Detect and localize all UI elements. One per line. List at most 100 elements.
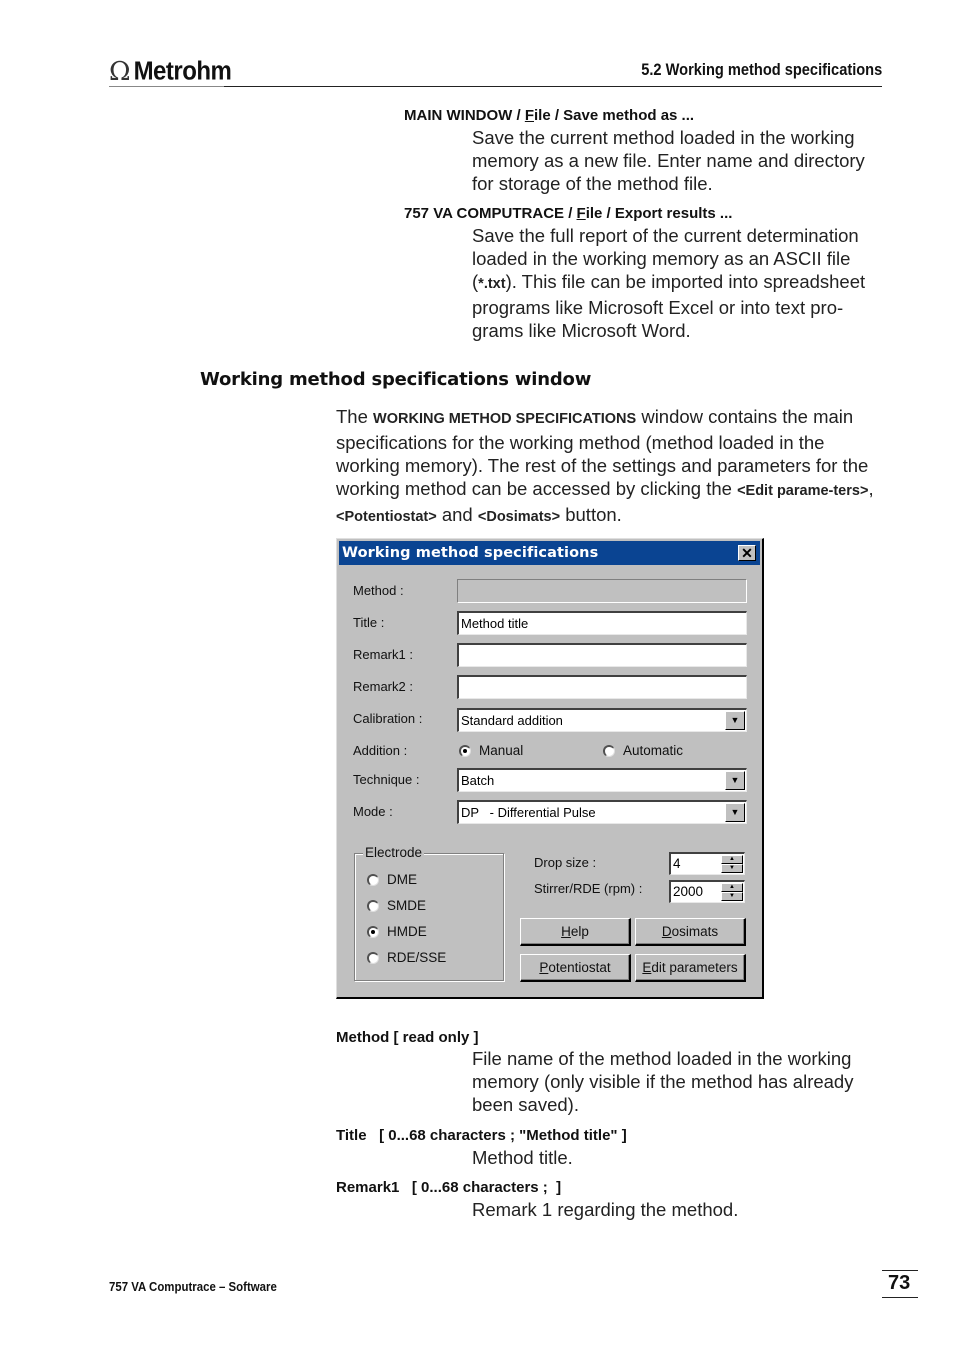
path-prefix: MAIN WINDOW /: [404, 107, 525, 124]
stirrer-spinner[interactable]: 2000 ▲ ▼: [669, 880, 745, 903]
omega-logo-icon: Ω: [109, 57, 131, 87]
intro-button-ref: <Edit parame-ters>: [737, 483, 869, 499]
accel-key: E: [642, 960, 652, 975]
intro-window-name: WORKING METHOD SPECIFICATIONS: [373, 411, 637, 427]
spinner-buttons: ▲ ▼: [721, 883, 743, 901]
intro-button-ref: <Dosimats>: [477, 509, 561, 525]
addition-manual-radio[interactable]: Manual: [459, 743, 523, 758]
section-heading: Working method specifications window: [200, 369, 592, 390]
chevron-down-icon[interactable]: ▼: [725, 771, 745, 790]
accel-key: H: [561, 924, 571, 939]
edit-parameters-button[interactable]: Edit parameters: [635, 954, 746, 982]
header-rule-accent: [109, 86, 224, 87]
radio-label: Manual: [479, 743, 524, 758]
radio-label: RDE/SSE: [387, 950, 447, 965]
technique-value: Batch: [461, 773, 495, 788]
electrode-hmde-radio[interactable]: HMDE: [367, 924, 427, 939]
path-prefix: 757 VA COMPUTRACE /: [404, 205, 577, 222]
export-results-description: Save the full report of the current dete…: [472, 224, 884, 342]
path-rest: ile / Save method as ...: [534, 107, 695, 124]
logo-text: Metrohm: [133, 56, 232, 87]
path-rest: ile / Export results ...: [585, 205, 733, 222]
remark2-label: Remark2 :: [353, 679, 413, 694]
button-label: osimats: [671, 924, 719, 939]
radio-selected-icon: [459, 744, 471, 757]
radio-label: HMDE: [387, 924, 427, 939]
electrode-dme-radio[interactable]: DME: [367, 872, 417, 887]
intro-text: The: [336, 406, 374, 427]
accel-key: D: [661, 924, 672, 939]
spin-up-icon[interactable]: ▲: [721, 883, 743, 892]
electrode-rde-sse-radio[interactable]: RDE/SSE: [367, 950, 446, 965]
intro-button-ref: <Potentiostat>: [336, 509, 437, 525]
path-accel: F: [524, 107, 534, 124]
method-label: Method :: [353, 583, 404, 598]
intro-paragraph: The WORKING METHOD SPECIFICATIONS window…: [336, 405, 884, 529]
intro-text: and: [436, 504, 478, 525]
spin-up-icon[interactable]: ▲: [721, 855, 743, 864]
potentiostat-button[interactable]: Potentiostat: [520, 954, 631, 982]
remark2-input[interactable]: [457, 675, 747, 699]
menu-path-export-results: 757 VA COMPUTRACE / File / Export result…: [404, 205, 732, 222]
radio-unselected-icon: [367, 899, 379, 912]
page-number: 73: [888, 1272, 911, 1294]
radio-selected-icon: [367, 925, 379, 938]
accel-key: P: [539, 960, 549, 975]
radio-unselected-icon: [367, 951, 379, 964]
title-input[interactable]: Method title: [457, 611, 747, 635]
mode-label: Mode :: [353, 804, 393, 819]
button-label: otentiostat: [548, 960, 611, 975]
spin-down-icon[interactable]: ▼: [721, 892, 743, 901]
radio-unselected-icon: [367, 873, 379, 886]
radio-unselected-icon: [603, 744, 615, 757]
chevron-down-icon[interactable]: ▼: [725, 711, 745, 730]
working-method-dialog: Working method specifications ✕ Method :…: [336, 538, 764, 999]
chevron-down-icon[interactable]: ▼: [725, 803, 745, 822]
intro-text: button.: [560, 504, 622, 525]
intro-text: ,: [868, 478, 874, 499]
electrode-group-title: Electrode: [363, 845, 425, 860]
path-accel: F: [576, 205, 586, 222]
stirrer-value: 2000: [673, 884, 704, 899]
addition-automatic-radio[interactable]: Automatic: [603, 743, 683, 758]
dialog-title: Working method specifications: [342, 545, 599, 561]
method-field: [457, 579, 747, 603]
dialog-titlebar[interactable]: Working method specifications ✕: [339, 541, 760, 565]
electrode-groupbox: Electrode DME SMDE HMDE RDE/SSE: [354, 845, 504, 981]
close-icon[interactable]: ✕: [738, 545, 756, 561]
desc-file-ext: *.txt: [478, 276, 506, 292]
page-number-rule-bottom: [882, 1297, 918, 1298]
electrode-smde-radio[interactable]: SMDE: [367, 898, 426, 913]
section-header: 5.2 Working method specifications: [640, 60, 882, 79]
dosimats-button[interactable]: Dosimats: [635, 918, 746, 946]
mode-value: DP - Differential Pulse: [461, 805, 596, 820]
help-button[interactable]: Help: [520, 918, 631, 946]
mode-select[interactable]: DP - Differential Pulse ▼: [457, 800, 747, 824]
header-rule: [224, 86, 882, 87]
param-remark1-heading: Remark1 [ 0...68 characters ; ]: [336, 1179, 562, 1196]
drop-size-spinner[interactable]: 4 ▲ ▼: [669, 852, 745, 875]
radio-label: DME: [387, 872, 417, 887]
drop-size-label: Drop size :: [534, 855, 597, 870]
desc-text: ). This file can be imported into spread…: [472, 271, 866, 341]
param-method-description: File name of the method loaded in the wo…: [472, 1048, 854, 1115]
technique-select[interactable]: Batch ▼: [457, 768, 747, 792]
title-label: Title :: [353, 615, 385, 630]
addition-label: Addition :: [353, 743, 408, 758]
menu-path-save-method: MAIN WINDOW / File / Save method as ...: [404, 107, 694, 124]
radio-label: SMDE: [387, 898, 427, 913]
remark1-input[interactable]: [457, 643, 747, 667]
remark1-label: Remark1 :: [353, 647, 413, 662]
spinner-buttons: ▲ ▼: [721, 855, 743, 873]
footer-product: 757 VA Computrace – Software: [109, 1279, 277, 1294]
calibration-value: Standard addition: [461, 713, 563, 728]
save-method-description: Save the current method loaded in the wo…: [472, 127, 865, 194]
param-remark1-description: Remark 1 regarding the method.: [472, 1199, 739, 1220]
stirrer-label: Stirrer/RDE (rpm) :: [534, 881, 643, 896]
drop-size-value: 4: [673, 856, 681, 871]
calibration-select[interactable]: Standard addition ▼: [457, 708, 747, 732]
metrohm-logo: Ω Metrohm: [109, 56, 232, 87]
spin-down-icon[interactable]: ▼: [721, 864, 743, 873]
technique-label: Technique :: [353, 772, 420, 787]
button-label: elp: [570, 924, 589, 939]
